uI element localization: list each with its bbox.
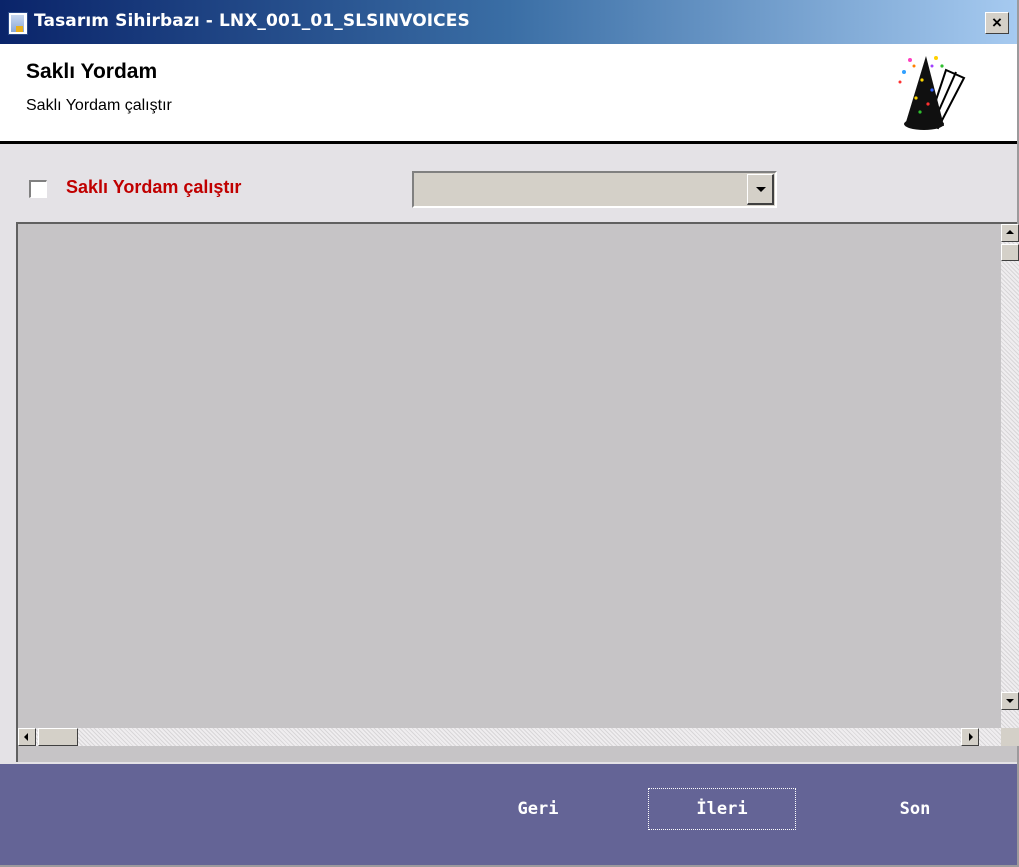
back-button[interactable]: Geri: [497, 788, 579, 830]
scroll-up-button[interactable]: [1001, 224, 1019, 242]
document-app-icon: [8, 12, 28, 35]
wizard-header: Saklı Yordam Saklı Yordam çalıştır: [0, 44, 1017, 144]
page-title: Saklı Yordam: [26, 60, 158, 83]
page-subtitle: Saklı Yordam çalıştır: [26, 97, 172, 114]
close-button[interactable]: ×: [985, 12, 1009, 34]
horizontal-scrollbar[interactable]: [18, 728, 1001, 746]
horizontal-scroll-thumb[interactable]: [38, 728, 78, 746]
run-procedure-label[interactable]: Saklı Yordam çalıştır: [66, 177, 241, 198]
window-title: Tasarım Sihirbazı - LNX_001_01_SLSINVOIC…: [34, 11, 470, 31]
scroll-right-button[interactable]: [961, 728, 979, 746]
scroll-down-button[interactable]: [1001, 692, 1019, 710]
dropdown-arrow-button[interactable]: [747, 174, 774, 205]
finish-button[interactable]: Son: [875, 788, 955, 830]
wizard-window: Tasarım Sihirbazı - LNX_001_01_SLSINVOIC…: [0, 0, 1019, 867]
arrow-left-icon: [24, 733, 28, 741]
procedure-dropdown[interactable]: [412, 171, 777, 208]
arrow-up-icon: [1006, 230, 1014, 234]
arrow-down-icon: [1006, 699, 1014, 703]
scrollbar-corner: [1001, 728, 1019, 746]
title-bar: Tasarım Sihirbazı - LNX_001_01_SLSINVOIC…: [0, 0, 1017, 44]
scroll-left-button[interactable]: [18, 728, 36, 746]
run-procedure-checkbox[interactable]: [29, 180, 47, 198]
wizard-hat-icon: [898, 56, 966, 130]
arrow-right-icon: [969, 733, 973, 741]
next-button[interactable]: İleri: [648, 788, 796, 830]
vertical-scrollbar[interactable]: [1001, 224, 1019, 728]
wizard-footer: Geri İleri Son: [0, 764, 1017, 865]
chevron-down-icon: [756, 187, 766, 192]
vertical-scroll-thumb[interactable]: [1001, 244, 1019, 261]
procedure-grid[interactable]: [16, 222, 1019, 762]
